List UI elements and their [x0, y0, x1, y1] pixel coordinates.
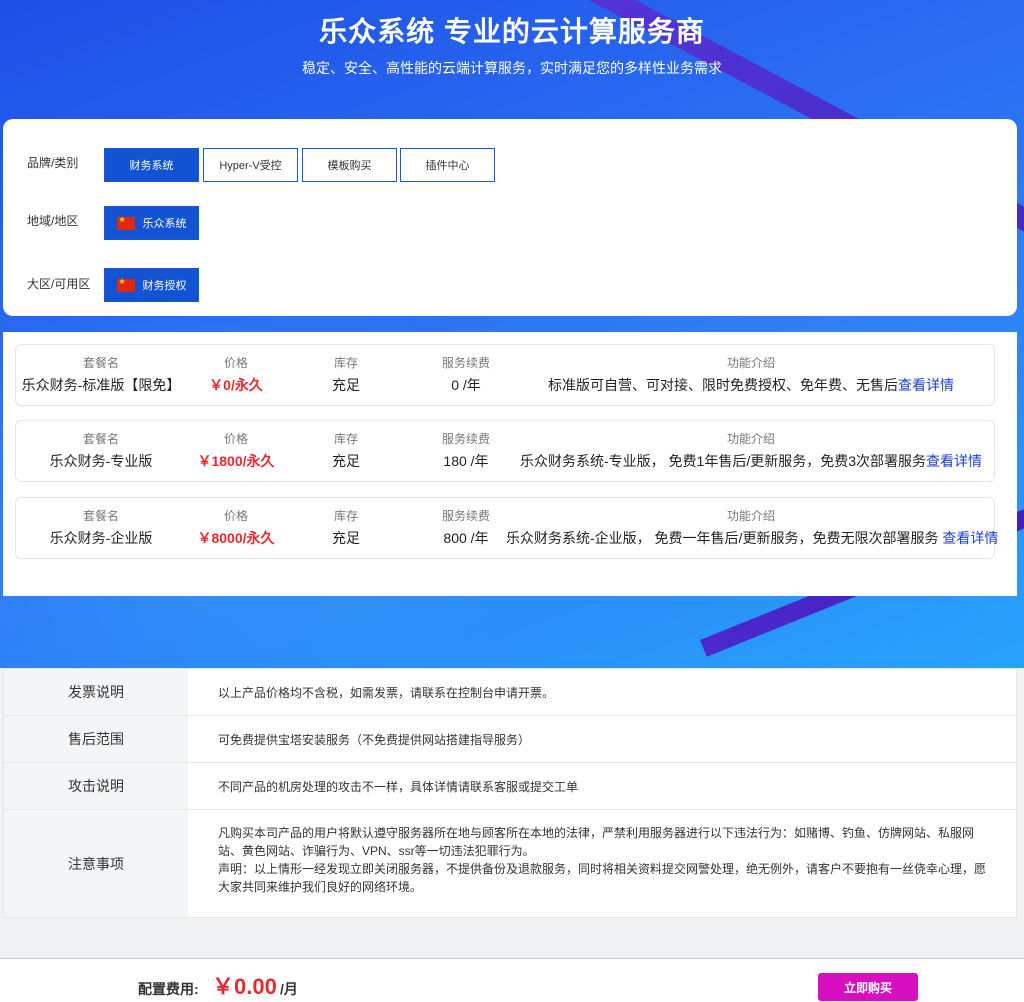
plan-stock: 充足	[332, 377, 360, 393]
plan-card[interactable]: 套餐名乐众财务-专业版 价格 ￥1800/永久 库存充足 服务续费 180 /年 功…	[15, 420, 995, 482]
plan-price: ￥0	[209, 377, 231, 393]
plan-price: ￥8000	[197, 530, 243, 546]
note-title: 注意事项	[4, 810, 188, 917]
note-title: 攻击说明	[4, 763, 188, 809]
brand-option-template[interactable]: 模板购买	[302, 148, 397, 182]
plan-price-unit: /永久	[230, 377, 263, 393]
col-header-price: 价格	[223, 432, 248, 446]
plan-renew: 0 /年	[451, 377, 481, 393]
plan-card[interactable]: 套餐名乐众财务-标准版【限免】 价格 ￥0/永久 库存充足 服务续费 0 /年 功能…	[15, 344, 995, 406]
plan-features: 标准版可自营、可对接、限时免费授权、免年费、无售后	[548, 377, 898, 393]
zone-option[interactable]: 财务授权	[104, 268, 199, 302]
region-option[interactable]: 乐众系统	[104, 206, 199, 240]
filter-panel: 品牌/类别 财务系统 Hyper-V受控 模板购买 插件中心 地域/地区 乐众系…	[3, 119, 1017, 316]
note-line: 站、黄色网站、诈骗行为、VPN、ssr等一切违法犯罪行为。	[218, 844, 535, 858]
plan-price-unit: /永久	[242, 530, 275, 546]
col-header-name: 套餐名	[82, 432, 119, 446]
notes-table: 发票说明 以上产品价格均不含税，如需发票，请联系在控制台申请开票。 售后范围 可…	[3, 668, 1017, 918]
note-title: 发票说明	[4, 669, 188, 715]
brand-option-hyperv[interactable]: Hyper-V受控	[203, 148, 298, 182]
region-option-label: 乐众系统	[142, 218, 187, 230]
plan-price-unit: /永久	[242, 453, 275, 469]
note-title: 售后范围	[4, 716, 188, 762]
col-header-features: 功能介绍	[726, 509, 775, 523]
note-line: 大家共同来维护我们良好的网络环境。	[218, 880, 423, 894]
page-title: 乐众系统 专业的云计算服务商	[319, 16, 705, 47]
plan-stock: 充足	[332, 530, 360, 546]
col-header-renew: 服务续费	[441, 509, 490, 523]
col-header-price: 价格	[223, 509, 248, 523]
view-details-link[interactable]: 查看详情	[926, 453, 982, 469]
col-header-stock: 库存	[333, 356, 358, 370]
plan-renew: 800 /年	[443, 530, 489, 546]
note-line: 声明：以上情形一经发现立即关闭服务器，不提供备份及退款服务，同时将相关资料提交网…	[218, 862, 987, 876]
plan-list: 套餐名 乐众财务-标准版【限免】 价格 ￥0/永久 库存 充足 服务续费 0 /年 功能…	[3, 332, 1017, 596]
note-text: 不同产品的机房处理的攻击不一样，具体详情请联系客服或提交工单	[218, 780, 579, 794]
plan-name: 乐众财务-企业版	[49, 530, 153, 546]
plan-name: 乐众财务-专业版	[49, 453, 153, 469]
fee-unit: /月	[280, 981, 298, 997]
plan-stock: 充足	[332, 453, 360, 469]
note-text: 以上产品价格均不含税，如需发票，请联系在控制台申请开票。	[218, 686, 555, 700]
buy-now-button[interactable]: 立即购买	[818, 973, 918, 1001]
col-header-features: 功能介绍	[726, 356, 775, 370]
col-header-name: 套餐名	[82, 509, 119, 523]
plan-name: 乐众财务-标准版【限免】	[21, 377, 181, 393]
plan-card[interactable]: 套餐名乐众财务-企业版 价格 ￥8000/永久 库存充足 服务续费 800 /年 功…	[15, 497, 998, 559]
view-details-link[interactable]: 查看详情	[942, 530, 998, 546]
note-line: 凡购买本司产品的用户将默认遵守服务器所在地与顾客所在本地的法律，严禁利用服务器进…	[218, 826, 975, 840]
col-header-stock: 库存	[333, 509, 358, 523]
note-text: 可免费提供宝塔安装服务（不免费提供网站搭建指导服务）	[218, 733, 531, 747]
fee-value: ￥0.00	[212, 974, 277, 999]
china-flag-icon	[116, 215, 135, 230]
col-header-name: 套餐名	[82, 356, 119, 370]
brand-option-finance[interactable]: 财务系统	[104, 148, 199, 182]
col-header-renew: 服务续费	[441, 432, 490, 446]
note-row-invoice: 发票说明 以上产品价格均不含税，如需发票，请联系在控制台申请开票。	[4, 669, 1016, 716]
fee-label: 配置费用:	[138, 981, 199, 997]
brand-label: 品牌/类别	[27, 156, 79, 170]
col-header-renew: 服务续费	[441, 356, 490, 370]
zone-label: 大区/可用区	[27, 277, 91, 291]
col-header-stock: 库存	[333, 432, 358, 446]
plan-price: ￥1800	[197, 453, 243, 469]
plan-renew: 180 /年	[443, 453, 489, 469]
order-footer: 配置费用: ￥0.00 /月 立即购买	[0, 958, 1024, 1002]
zone-option-label: 财务授权	[142, 280, 187, 292]
plan-features: 乐众财务系统-企业版， 免费一年售后/更新服务，免费无限次部署服务	[506, 530, 943, 546]
plan-features: 乐众财务系统-专业版， 免费1年售后/更新服务，免费3次部署服务	[519, 453, 926, 469]
region-label: 地域/地区	[27, 214, 79, 228]
col-header-features: 功能介绍	[726, 432, 775, 446]
view-details-link[interactable]: 查看详情	[898, 377, 954, 393]
note-text: 凡购买本司产品的用户将默认遵守服务器所在地与顾客所在本地的法律，严禁利用服务器进…	[218, 824, 986, 896]
page-subtitle: 稳定、安全、高性能的云端计算服务，实时满足您的多样性业务需求	[302, 60, 722, 76]
china-flag-icon	[116, 277, 135, 292]
note-row-attack: 攻击说明 不同产品的机房处理的攻击不一样，具体详情请联系客服或提交工单	[4, 763, 1016, 810]
brand-option-plugins[interactable]: 插件中心	[400, 148, 495, 182]
note-row-aftersales: 售后范围 可免费提供宝塔安装服务（不免费提供网站搭建指导服务）	[4, 716, 1016, 763]
note-row-notice: 注意事项 凡购买本司产品的用户将默认遵守服务器所在地与顾客所在本地的法律，严禁利…	[4, 810, 1016, 917]
col-header-price: 价格	[223, 356, 248, 370]
